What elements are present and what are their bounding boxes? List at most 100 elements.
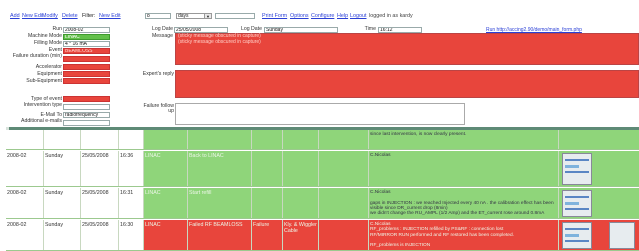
failure-duration-label: Failure duration (min) xyxy=(12,53,62,59)
sub-equipment-label: Sub-Equipment xyxy=(26,78,62,84)
table-cell-day xyxy=(44,130,81,149)
print-form-link[interactable]: Print Form xyxy=(262,13,287,19)
table-cell-time: 16:36 xyxy=(119,151,144,186)
machine-mode-input[interactable]: LINAC xyxy=(63,34,110,40)
new-edit-filter-link[interactable]: New Edit xyxy=(99,13,121,19)
table-row[interactable]: 2008-02 Sunday 25/05/2008 16:36 LINAC Back to… xyxy=(6,151,639,187)
equipment-input[interactable] xyxy=(63,71,110,77)
equipment-label: Equipment xyxy=(37,71,62,77)
table-row[interactable]: 2008-02 Sunday 25/05/2008 16:30 LINAC Failed … xyxy=(6,220,639,251)
table-cell-day: Sunday xyxy=(44,220,81,250)
table-cell-c3 xyxy=(319,220,369,250)
event-input[interactable]: BEAMLOSS xyxy=(63,48,110,54)
experts-reply-textarea[interactable] xyxy=(175,70,639,98)
table-cell-date: 2008-02 xyxy=(6,188,44,218)
thumbnail-bar xyxy=(565,159,589,161)
experts-reply-label: Expert's reply xyxy=(142,71,174,77)
filling-mode-label: Filling Mode xyxy=(34,40,62,46)
attachment-thumbnail[interactable] xyxy=(562,153,592,185)
table-cell-c3 xyxy=(319,151,369,186)
table-cell-comment: C.Nicolas gaps in INJECTION : we reached… xyxy=(369,188,559,218)
thumbnail-bar xyxy=(565,196,589,198)
accelerator-input[interactable] xyxy=(63,64,110,70)
filling-mode-input[interactable]: 4 * 16 mA xyxy=(63,41,110,47)
thumbnail-bar xyxy=(565,208,589,210)
table-cell-time: 16:31 xyxy=(119,188,144,218)
table-cell-dt: 25/05/2008 xyxy=(81,151,119,186)
table-cell-subject: Back to LINAC xyxy=(188,151,252,186)
log-date-label: Log Date xyxy=(151,26,173,32)
thumbnail-bar xyxy=(565,171,589,173)
table-cell-c2 xyxy=(283,130,319,149)
new-edit-link[interactable]: New Edit xyxy=(22,13,44,19)
table-cell-c2 xyxy=(283,188,319,218)
table-cell-date: 2008-02 xyxy=(6,220,44,250)
intervention-type-input[interactable] xyxy=(63,104,110,110)
attachment-thumbnail[interactable] xyxy=(562,222,592,249)
filter-days-input[interactable]: 8 xyxy=(145,13,171,19)
thumbnail-bar xyxy=(565,228,589,230)
run-label: Run xyxy=(52,26,62,32)
failure-follow-up-textarea[interactable] xyxy=(175,103,465,125)
logout-link[interactable]: Logout xyxy=(350,13,367,19)
table-cell-time xyxy=(119,130,144,149)
thumbnail-bar xyxy=(565,202,579,205)
table-cell-mode xyxy=(144,130,188,149)
table-row[interactable]: since last intervention, is now clearly … xyxy=(6,130,639,150)
table-cell-subject xyxy=(188,130,252,149)
table-cell-mode: LINAC xyxy=(144,220,188,250)
configure-link[interactable]: Configure xyxy=(311,13,334,19)
modify-link[interactable]: Modify xyxy=(42,13,58,19)
email-to-input[interactable]: radiofrequency xyxy=(63,112,110,118)
days-select[interactable]: days ▼ xyxy=(176,13,212,19)
logged-in-text: logged in as kardy xyxy=(369,13,413,19)
chevron-down-icon: ▼ xyxy=(204,14,211,19)
attachment-thumbnail[interactable] xyxy=(609,222,635,249)
type-of-event-input[interactable] xyxy=(63,96,110,102)
filter-blank-input[interactable] xyxy=(215,13,255,19)
message-label: Message xyxy=(151,33,173,39)
table-cell-mode: LINAC xyxy=(144,151,188,186)
table-cell-c1 xyxy=(252,130,283,149)
message-line: (sticky message obscured in capture) xyxy=(178,38,261,45)
intervention-type-label: Intervention type xyxy=(23,102,62,108)
table-cell-date: 2008-02 xyxy=(6,151,44,186)
table-row[interactable]: 2008-02 Sunday 25/05/2008 16:31 LINAC Start r… xyxy=(6,188,639,219)
delete-link[interactable]: Delete xyxy=(62,13,78,19)
table-cell-day: Sunday xyxy=(44,151,81,186)
table-cell-day: Sunday xyxy=(44,188,81,218)
table-cell-dt: 25/05/2008 xyxy=(81,188,119,218)
days-select-value: days xyxy=(178,13,189,19)
table-cell-c3 xyxy=(319,188,369,218)
thumbnail-bar xyxy=(565,165,579,168)
message-textarea[interactable]: (sticky message obscured in capture) (st… xyxy=(175,33,639,65)
table-cell-comment: since last intervention, is now clearly … xyxy=(369,130,559,149)
add-link[interactable]: Add xyxy=(10,13,20,19)
additional-emails-input[interactable] xyxy=(63,120,110,126)
table-cell-mode: LINAC xyxy=(144,188,188,218)
accelerator-label: Accelerator xyxy=(35,64,62,70)
options-link[interactable]: Options xyxy=(290,13,309,19)
filter-label: Filter: xyxy=(82,13,96,19)
failure-follow-up-label: Failure follow up xyxy=(143,103,174,115)
help-link[interactable]: Help xyxy=(337,13,348,19)
table-cell-subject: Failed RF BEAMLOSS xyxy=(188,220,252,250)
table-cell-comment: C.Nicolas xyxy=(369,151,559,186)
table-cell-comment: C.Nicolas RF_problems : INJECTION refill… xyxy=(369,220,559,250)
table-cell-c1 xyxy=(252,151,283,186)
table-cell-c2: Kly. & Wiggler Cable xyxy=(283,220,319,250)
sub-equipment-input[interactable] xyxy=(63,78,110,84)
attachment-thumbnail[interactable] xyxy=(562,190,592,217)
thumbnail-bar xyxy=(565,234,579,237)
table-cell-time: 16:30 xyxy=(119,220,144,250)
table-cell-c1 xyxy=(252,188,283,218)
log-grid: since last intervention, is now clearly … xyxy=(6,128,639,251)
table-cell-date xyxy=(6,130,44,149)
failure-duration-input[interactable] xyxy=(63,56,110,62)
machine-mode-label: Machine Mode xyxy=(27,33,62,39)
time-label: Time xyxy=(364,26,376,32)
table-cell-c2 xyxy=(283,151,319,186)
table-cell-dt xyxy=(81,130,119,149)
run-input[interactable]: 2008-02 xyxy=(63,27,110,33)
additional-emails-label: Additional e-mails xyxy=(21,118,62,124)
